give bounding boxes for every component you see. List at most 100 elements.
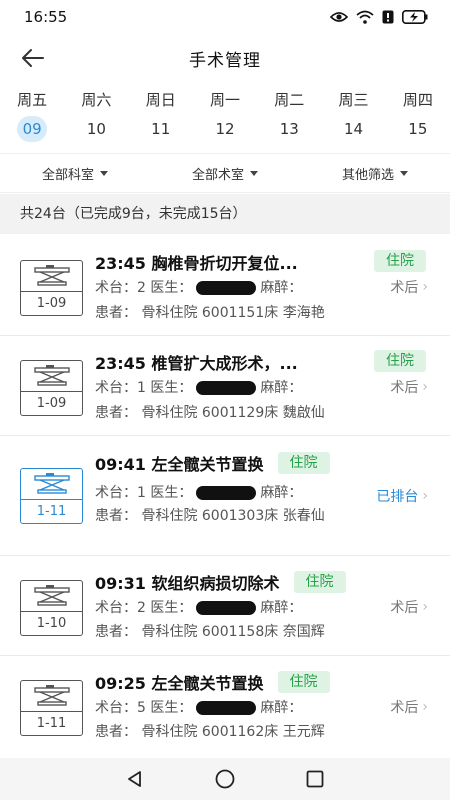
date-cell[interactable]: 周三 14 bbox=[321, 88, 385, 148]
surgery-bed-icon: 1-09 bbox=[20, 360, 83, 416]
chevron-right-icon: › bbox=[422, 699, 428, 715]
day-number: 14 bbox=[344, 120, 364, 138]
surgery-date: 1-10 bbox=[21, 611, 82, 635]
list-item[interactable]: 1-09 23:45 椎管扩大成形术，... 住院 术台：1 医生： 麻醉： 术后… bbox=[0, 336, 450, 436]
status-label: 术后 bbox=[390, 600, 419, 616]
other-filter-label: 其他筛选 bbox=[341, 167, 394, 183]
status-time: 16:55 bbox=[24, 8, 68, 26]
weekday-label: 周六 bbox=[81, 91, 112, 109]
weekday-label: 周日 bbox=[145, 91, 176, 109]
chevron-right-icon: › bbox=[422, 488, 428, 504]
redacted-name bbox=[196, 281, 257, 295]
date-cell[interactable]: 周日 11 bbox=[129, 88, 193, 148]
weekday-label: 周三 bbox=[338, 91, 369, 109]
meta-anesthesia: 麻醉： bbox=[260, 280, 303, 296]
summary-text: 共24台（已完成9台，未完成15台） bbox=[0, 194, 450, 234]
meta-room-doctor: 术台：5 医生： bbox=[95, 700, 193, 716]
meta-room-doctor: 术台：1 医生： bbox=[95, 380, 193, 396]
surgery-title: 23:45 椎管扩大成形术，... bbox=[95, 354, 298, 373]
status-label: 已排台 bbox=[376, 489, 419, 505]
alert-icon bbox=[382, 10, 394, 24]
meta-room-doctor: 术台：2 医生： bbox=[95, 280, 193, 296]
filter-bar: 全部科室 全部术室 其他筛选 bbox=[0, 153, 450, 193]
back-button[interactable] bbox=[18, 44, 48, 72]
meta-anesthesia: 麻醉： bbox=[260, 380, 303, 396]
date-cell[interactable]: 周二 13 bbox=[257, 88, 321, 148]
list-item[interactable]: 1-10 09:31 软组织病损切除术 住院 术台：2 医生： 麻醉： 术后 › 患… bbox=[0, 556, 450, 656]
surgery-bed-icon: 1-09 bbox=[20, 260, 83, 316]
patient-info: 患者： 骨科住院 6001151床 李海艳 bbox=[95, 305, 325, 321]
meta-room-doctor: 术台：2 医生： bbox=[95, 600, 193, 616]
surgery-meta: 术台：2 医生： 麻醉： bbox=[95, 597, 302, 617]
caret-down-icon bbox=[250, 170, 258, 176]
surgery-bed-icon: 1-11 bbox=[20, 468, 83, 524]
weekday-label: 周二 bbox=[274, 91, 305, 109]
back-arrow-icon bbox=[22, 49, 44, 67]
list-item[interactable]: 1-11 09:41 左全髋关节置换 住院 术台：1 医生： 麻醉： 已排台 › 患… bbox=[0, 436, 450, 556]
nav-home-button[interactable] bbox=[213, 767, 237, 791]
surgery-status[interactable]: 术后 › bbox=[390, 597, 428, 617]
inpatient-badge: 住院 bbox=[277, 671, 330, 693]
redacted-name bbox=[196, 701, 257, 715]
surgery-date: 1-09 bbox=[21, 291, 82, 315]
surgery-title: 09:41 左全髋关节置换 bbox=[95, 455, 264, 474]
nav-recents-button[interactable] bbox=[303, 767, 327, 791]
list-item[interactable]: 1-11 09:25 左全髋关节置换 住院 术台：5 医生： 麻醉： 术后 › 患者… bbox=[0, 656, 450, 756]
inpatient-badge: 住院 bbox=[374, 250, 426, 272]
patient-info: 患者： 骨科住院 6001303床 张春仙 bbox=[95, 508, 325, 524]
date-strip: 周五 09 周六 10 周日 11 周一 12 周二 13 周三 14 周四 1… bbox=[0, 88, 450, 148]
day-number: 12 bbox=[215, 120, 235, 138]
day-number: 15 bbox=[408, 120, 428, 138]
surgery-date: 1-11 bbox=[21, 711, 82, 735]
room-filter-label: 全部术室 bbox=[191, 167, 244, 183]
department-filter[interactable]: 全部科室 bbox=[0, 154, 150, 192]
surgery-meta: 术台：2 医生： 麻醉： bbox=[95, 277, 302, 297]
inpatient-badge: 住院 bbox=[293, 571, 346, 593]
surgery-meta: 术台：5 医生： 麻醉： bbox=[95, 697, 302, 717]
status-label: 术后 bbox=[390, 280, 419, 296]
list-item[interactable]: 1-09 23:45 胸椎骨折切开复位... 住院 术台：2 医生： 麻醉： 术后… bbox=[0, 236, 450, 336]
date-cell[interactable]: 周六 10 bbox=[64, 88, 128, 148]
status-icons bbox=[330, 10, 428, 24]
nav-back-button[interactable] bbox=[123, 767, 147, 791]
surgery-list: 1-09 23:45 胸椎骨折切开复位... 住院 术台：2 医生： 麻醉： 术后… bbox=[0, 236, 450, 756]
other-filter[interactable]: 其他筛选 bbox=[300, 154, 450, 192]
patient-info: 患者： 骨科住院 6001129床 魏啟仙 bbox=[95, 405, 325, 421]
status-bar: 16:55 bbox=[0, 0, 450, 34]
inpatient-badge: 住院 bbox=[277, 452, 330, 474]
meta-anesthesia: 麻醉： bbox=[260, 600, 303, 616]
room-filter[interactable]: 全部术室 bbox=[150, 154, 300, 192]
surgery-status[interactable]: 术后 › bbox=[390, 277, 428, 297]
surgery-status[interactable]: 术后 › bbox=[390, 697, 428, 717]
status-label: 术后 bbox=[390, 380, 419, 396]
surgery-title: 23:45 胸椎骨折切开复位... bbox=[95, 254, 298, 273]
day-number: 09 bbox=[17, 116, 48, 142]
patient-info: 患者： 骨科住院 6001162床 王元辉 bbox=[95, 724, 325, 740]
weekday-label: 周一 bbox=[209, 91, 240, 109]
circle-home-icon bbox=[215, 769, 235, 789]
surgery-meta: 术台：1 医生： 麻醉： bbox=[95, 482, 302, 502]
status-label: 术后 bbox=[390, 700, 419, 716]
meta-anesthesia: 麻醉： bbox=[260, 700, 303, 716]
date-cell[interactable]: 周五 09 bbox=[0, 88, 64, 148]
day-number: 10 bbox=[86, 120, 106, 138]
chevron-right-icon: › bbox=[422, 599, 428, 615]
date-cell[interactable]: 周一 12 bbox=[193, 88, 257, 148]
surgery-meta: 术台：1 医生： 麻醉： bbox=[95, 377, 302, 397]
surgery-date: 1-09 bbox=[21, 391, 82, 415]
surgery-date: 1-11 bbox=[21, 499, 82, 523]
surgery-status[interactable]: 已排台 › bbox=[376, 486, 428, 506]
wifi-icon bbox=[356, 10, 374, 24]
meta-anesthesia: 麻醉： bbox=[260, 485, 303, 501]
square-recents-icon bbox=[306, 770, 324, 788]
day-number: 13 bbox=[279, 120, 299, 138]
date-cell[interactable]: 周四 15 bbox=[386, 88, 450, 148]
caret-down-icon bbox=[400, 170, 408, 176]
redacted-name bbox=[196, 601, 257, 615]
redacted-name bbox=[196, 381, 257, 395]
surgery-title: 09:31 软组织病损切除术 bbox=[95, 574, 280, 593]
surgery-bed-icon: 1-10 bbox=[20, 580, 83, 636]
patient-info: 患者： 骨科住院 6001158床 奈国辉 bbox=[95, 624, 325, 640]
surgery-status[interactable]: 术后 › bbox=[390, 377, 428, 397]
inpatient-badge: 住院 bbox=[374, 350, 426, 372]
